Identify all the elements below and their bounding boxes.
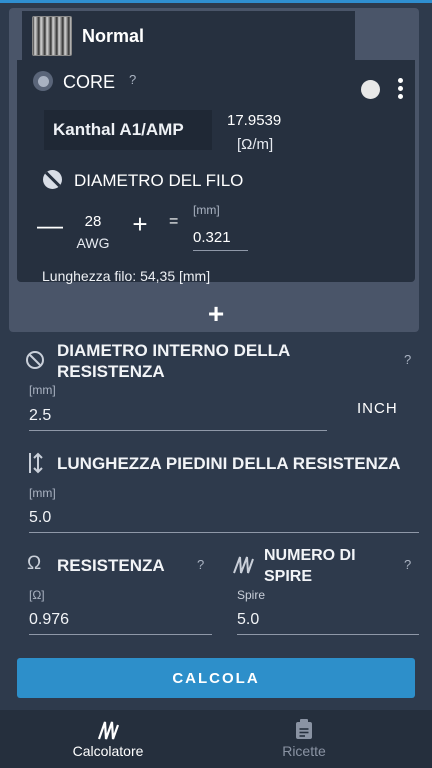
coil-thumbnail-image: [32, 16, 72, 56]
resistance-title: RESISTENZA: [57, 556, 165, 575]
core-label: CORE: [63, 72, 116, 92]
inch-toggle-button[interactable]: INCH: [357, 400, 398, 417]
wraps-title: NUMERO DI SPIRE: [264, 547, 356, 585]
nav-label-calculator: Calcolatore: [72, 743, 144, 759]
leg-length-unit: [mm]: [29, 486, 56, 500]
nav-tab-calculator[interactable]: Calcolatore: [0, 710, 216, 768]
leg-length-input[interactable]: 5.0: [29, 507, 419, 533]
coil-header[interactable]: Normal: [22, 11, 355, 61]
diameter-icon: [43, 170, 62, 189]
wraps-input[interactable]: 5.0: [237, 609, 419, 635]
awg-value: 28: [84, 213, 102, 230]
bottom-navigation: Calcolatore Ricette: [0, 710, 432, 768]
leg-length-title: LUNGHEZZA PIEDINI DELLA RESISTENZA: [57, 454, 401, 473]
add-coil-button[interactable]: +: [204, 298, 228, 330]
resistance-input[interactable]: 0.976: [29, 609, 212, 635]
leg-length-icon: [29, 452, 43, 474]
coil-name: Normal: [82, 25, 145, 46]
coil-card: Normal CORE ? Kanthal A1/AMP 17.9539 [Ω/…: [9, 8, 419, 332]
diameter-mm-input[interactable]: 0.321: [193, 227, 248, 251]
inner-diameter-help-icon[interactable]: ?: [404, 352, 411, 367]
coil-wraps-icon: [233, 556, 254, 574]
inner-diameter-title: DIAMETRO INTERNO DELLA RESISTENZA: [57, 341, 291, 381]
inner-diameter-input[interactable]: 2.5: [29, 405, 327, 431]
clipboard-icon: [296, 719, 312, 739]
core-help-icon[interactable]: ?: [129, 72, 136, 87]
nav-label-recipes: Ricette: [282, 743, 326, 759]
wraps-help-icon[interactable]: ?: [404, 557, 411, 572]
resistivity-value: 17.9539: [227, 112, 282, 129]
more-options-icon[interactable]: [398, 78, 404, 100]
resistivity-unit: [Ω/m]: [237, 136, 274, 153]
core-radio-icon[interactable]: [33, 71, 53, 91]
awg-increase-button[interactable]: +: [129, 209, 151, 240]
core-panel: CORE ? Kanthal A1/AMP 17.9539 [Ω/m] DIAM…: [17, 60, 415, 284]
awg-unit: AWG: [76, 235, 110, 251]
diameter-mm-label: [mm]: [193, 203, 220, 217]
wire-material-select[interactable]: Kanthal A1/AMP: [44, 110, 212, 150]
ohm-icon: Ω: [27, 553, 42, 574]
resistance-help-icon[interactable]: ?: [197, 557, 204, 572]
resistance-unit: [Ω]: [29, 588, 45, 602]
wire-diameter-title: DIAMETRO DEL FILO: [74, 171, 244, 190]
wire-length-text: Lunghezza filo: 54,35 [mm]: [42, 268, 211, 284]
core-toggle-icon[interactable]: [361, 80, 380, 99]
calculator-coil-icon: [97, 721, 119, 740]
wraps-unit: Spire: [237, 588, 266, 602]
nav-tab-recipes[interactable]: Ricette: [196, 710, 412, 768]
inner-diameter-icon: [26, 351, 44, 369]
equals-sign: =: [169, 213, 179, 230]
top-accent-line: [0, 0, 432, 3]
inner-diameter-unit: [mm]: [29, 383, 56, 397]
awg-decrease-button[interactable]: —: [37, 210, 63, 241]
calculate-button[interactable]: CALCOLA: [17, 658, 415, 698]
